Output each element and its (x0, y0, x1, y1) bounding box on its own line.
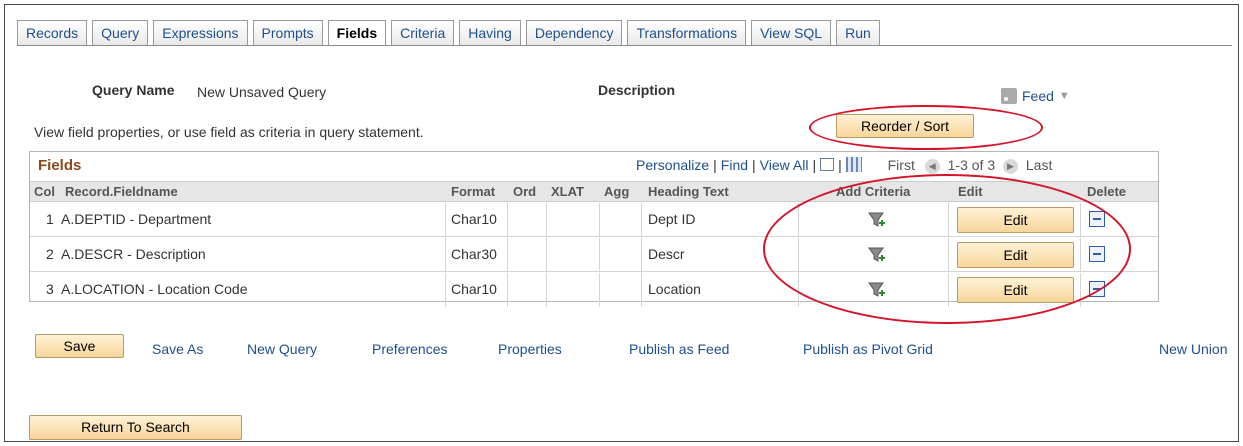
add-criteria-icon[interactable] (868, 281, 886, 299)
new-union-link[interactable]: New Union (1159, 341, 1227, 357)
header-ord: Ord (513, 184, 537, 199)
feed-menu[interactable]: Feed ▼ (1001, 88, 1070, 104)
tab-bar: Records Query Expressions Prompts Fields… (17, 20, 885, 46)
grid-header-row: Col Record.Fieldname Format Ord XLAT Agg… (30, 181, 1158, 202)
row-col: 3 (46, 281, 54, 297)
properties-link[interactable]: Properties (498, 341, 562, 357)
tab-query[interactable]: Query (92, 20, 149, 46)
edit-button[interactable]: Edit (957, 242, 1074, 268)
row-format: Char30 (451, 246, 497, 262)
find-link[interactable]: Find (721, 157, 748, 173)
preferences-link[interactable]: Preferences (372, 341, 447, 357)
chevron-down-icon: ▼ (1058, 90, 1070, 102)
add-criteria-icon[interactable] (868, 211, 886, 229)
feed-label: Feed (1022, 88, 1054, 104)
row-heading: Dept ID (648, 211, 696, 227)
header-fieldname: Record.Fieldname (65, 184, 178, 199)
save-as-link[interactable]: Save As (152, 341, 203, 357)
row-format: Char10 (451, 281, 497, 297)
header-agg: Agg (604, 184, 630, 199)
publish-as-pivot-grid-link[interactable]: Publish as Pivot Grid (803, 341, 933, 357)
new-window-icon[interactable] (820, 158, 835, 171)
row-fieldname: A.DESCR - Description (61, 246, 206, 262)
header-edit: Edit (958, 184, 983, 199)
row-format: Char10 (451, 211, 497, 227)
tab-having[interactable]: Having (459, 20, 521, 46)
tab-expressions[interactable]: Expressions (153, 20, 248, 46)
range-label: 1-3 of 3 (947, 157, 996, 173)
add-criteria-icon[interactable] (868, 246, 886, 264)
header-format: Format (451, 184, 496, 199)
instruction-text: View field properties, or use field as c… (34, 124, 424, 140)
tab-dependency[interactable]: Dependency (525, 20, 623, 46)
query-name-value: New Unsaved Query (197, 84, 327, 100)
grid-navigation: Personalize | Find | View All | | First ◀ 1-3 … (636, 157, 1053, 174)
row-col: 2 (46, 246, 54, 262)
tab-run[interactable]: Run (836, 20, 880, 46)
tab-view-sql[interactable]: View SQL (751, 20, 832, 46)
header-delete: Delete (1087, 184, 1127, 199)
fields-grid: Fields Personalize | Find | View All | | First… (29, 151, 1159, 307)
header-xlat: XLAT (551, 184, 584, 199)
edit-button[interactable]: Edit (957, 207, 1074, 233)
row-heading: Location (648, 281, 701, 297)
description-label: Description (598, 82, 676, 98)
first-label: First (887, 157, 915, 173)
publish-as-feed-link[interactable]: Publish as Feed (629, 341, 729, 357)
header-add-criteria: Add Criteria (836, 184, 911, 199)
personalize-link[interactable]: Personalize (636, 157, 709, 173)
delete-row-icon[interactable] (1089, 281, 1105, 297)
tab-records[interactable]: Records (17, 20, 88, 46)
tab-divider (17, 45, 1232, 46)
row-fieldname: A.LOCATION - Location Code (61, 281, 248, 297)
header-heading-text: Heading Text (648, 184, 729, 199)
table-row: 1 A.DEPTID - Department Char10 Dept ID E… (30, 203, 1158, 237)
download-grid-icon[interactable] (845, 157, 862, 172)
edit-button[interactable]: Edit (957, 277, 1074, 303)
row-fieldname: A.DEPTID - Department (61, 211, 212, 227)
last-label: Last (1025, 157, 1053, 173)
header-col: Col (34, 184, 55, 199)
return-to-search-button[interactable]: Return To Search (29, 415, 242, 440)
rss-feed-icon (1001, 88, 1017, 104)
grid-title: Fields (38, 157, 82, 174)
row-col: 1 (46, 211, 54, 227)
view-all-link[interactable]: View All (760, 157, 809, 173)
tab-prompts[interactable]: Prompts (252, 20, 323, 46)
delete-row-icon[interactable] (1089, 246, 1105, 262)
save-button[interactable]: Save (35, 334, 124, 358)
tab-transformations[interactable]: Transformations (627, 20, 747, 46)
query-name-label: Query Name (92, 82, 175, 98)
table-row: 3 A.LOCATION - Location Code Char10 Loca… (30, 273, 1158, 307)
table-row: 2 A.DESCR - Description Char30 Descr Edi… (30, 238, 1158, 272)
reorder-sort-button[interactable]: Reorder / Sort (836, 114, 974, 138)
previous-arrow-icon: ◀ (924, 159, 940, 174)
delete-row-icon[interactable] (1089, 211, 1105, 227)
tab-criteria[interactable]: Criteria (391, 20, 455, 46)
next-arrow-icon: ▶ (1003, 159, 1018, 174)
row-heading: Descr (648, 246, 685, 262)
tab-fields[interactable]: Fields (327, 20, 387, 46)
new-query-link[interactable]: New Query (247, 341, 317, 357)
